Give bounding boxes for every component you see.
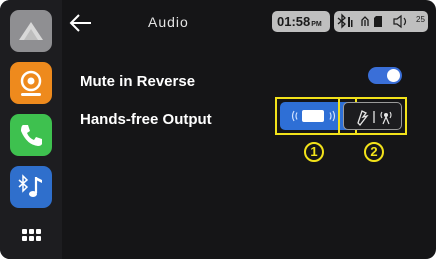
radio-icon [20, 70, 42, 96]
clock: 01:58PM [272, 11, 330, 32]
status-bar: 25 [334, 11, 428, 32]
page-title: Audio [148, 14, 189, 30]
sidebar-item-bluetooth-music[interactable] [10, 166, 52, 208]
clock-suffix: PM [311, 21, 322, 28]
volume-level: 25 [416, 15, 425, 24]
callout-2: 2 [364, 142, 384, 162]
app-grid-icon [22, 229, 41, 241]
usb-icon [361, 16, 369, 26]
callout-1: 1 [304, 142, 324, 162]
phone-icon [21, 125, 42, 146]
phone-antenna-output-icon [357, 110, 392, 126]
hands-free-output-label: Hands-free Output [80, 111, 212, 128]
head-unit-screen: Audio 01:58PM 25 Mute in Reverse Hands-f… [0, 0, 436, 259]
sd-card-icon [374, 16, 382, 27]
back-arrow-icon[interactable] [68, 10, 94, 36]
sidebar-item-home[interactable] [10, 10, 52, 52]
sidebar [0, 0, 62, 259]
sidebar-item-phone[interactable] [10, 114, 52, 156]
sidebar-item-radio[interactable] [10, 62, 52, 104]
toggle-knob [387, 69, 400, 82]
phone-antenna-output-button[interactable] [343, 102, 402, 130]
bluetooth-music-icon [18, 174, 42, 197]
volume-icon [393, 14, 407, 29]
hands-free-option-phone[interactable] [338, 97, 407, 135]
bluetooth-icon [337, 13, 346, 29]
signal-bars-icon [348, 17, 353, 27]
home-icon [19, 22, 43, 40]
clock-time: 01:58 [277, 14, 311, 29]
mute-in-reverse-toggle[interactable] [368, 67, 402, 84]
mute-in-reverse-label: Mute in Reverse [80, 73, 196, 90]
sidebar-item-apps[interactable] [10, 218, 52, 259]
